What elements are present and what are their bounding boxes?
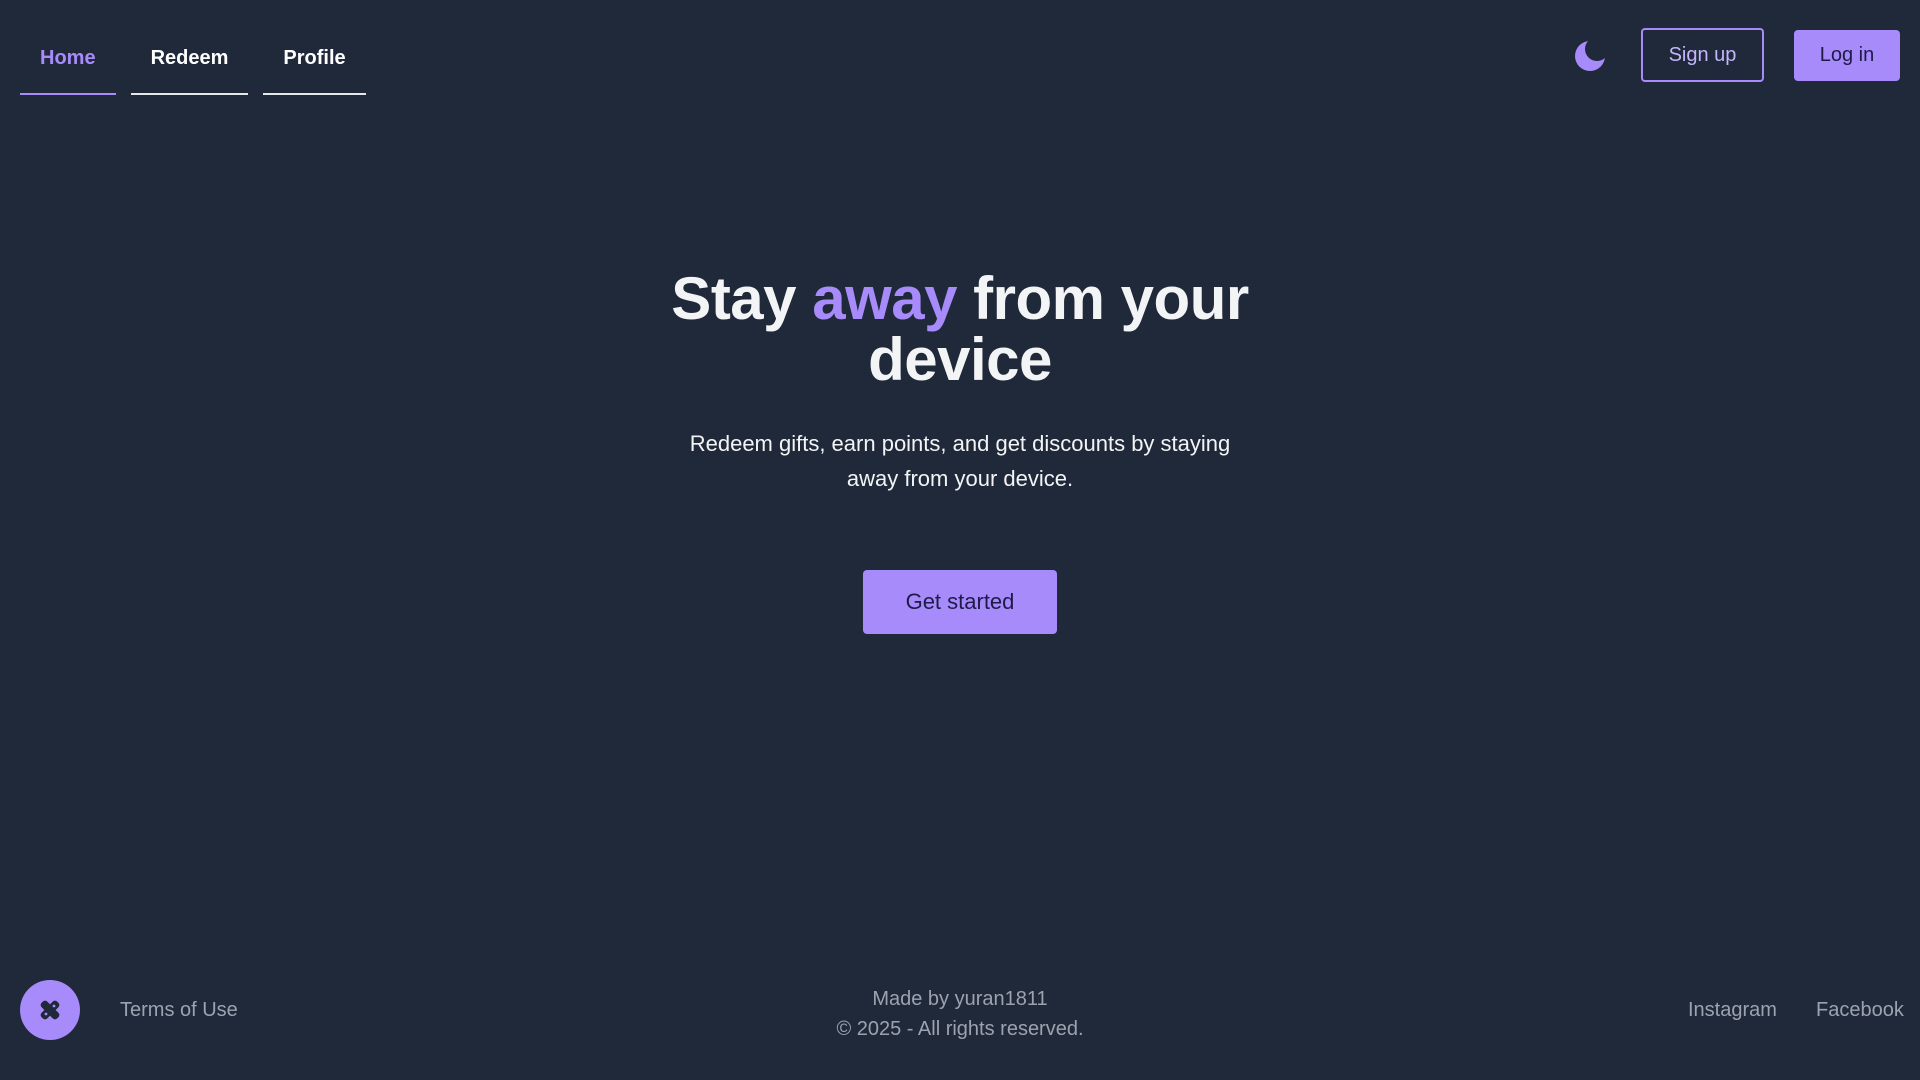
signup-button[interactable]: Sign up [1641, 28, 1764, 82]
facebook-link[interactable]: Facebook [1816, 999, 1904, 1022]
made-by-text: Made by yuran1811 [872, 988, 1048, 1010]
footer-credits: Made by yuran1811 © 2025 - All rights re… [0, 984, 1920, 1044]
tab-redeem[interactable]: Redeem [130, 28, 249, 95]
tab-profile[interactable]: Profile [263, 28, 366, 95]
instagram-link[interactable]: Instagram [1688, 999, 1777, 1022]
hero-title-accent: away [812, 265, 957, 332]
hero-title-part1: Stay [671, 265, 813, 332]
tab-home[interactable]: Home [20, 28, 116, 95]
login-button[interactable]: Log in [1794, 30, 1900, 81]
nav-tabs: Home Redeem Profile [20, 28, 366, 95]
copyright-text: © 2025 - All rights reserved. [836, 1018, 1084, 1040]
moon-icon[interactable] [1572, 37, 1609, 74]
hero-section: Stay away from your device Redeem gifts,… [0, 268, 1920, 634]
header: Home Redeem Profile Sign up Log in [0, 0, 1920, 110]
hero-subtitle: Redeem gifts, earn points, and get disco… [689, 431, 1231, 491]
hero-title: Stay away from your device [640, 268, 1280, 390]
get-started-button[interactable]: Get started [863, 570, 1057, 634]
